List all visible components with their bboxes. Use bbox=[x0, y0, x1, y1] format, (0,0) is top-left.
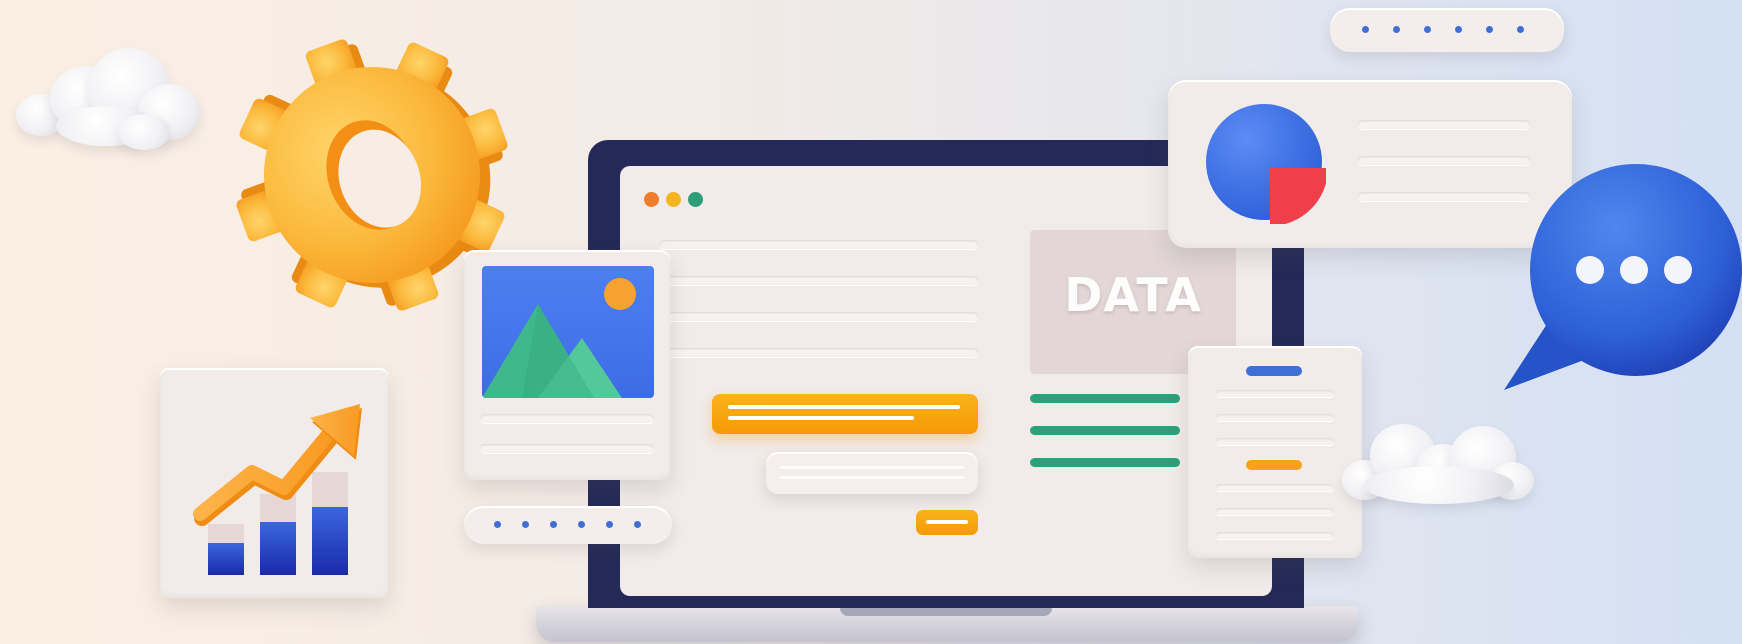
image-card bbox=[464, 250, 670, 480]
pie-chart-icon bbox=[1206, 104, 1326, 224]
window-dot-close[interactable] bbox=[644, 192, 659, 207]
text-line bbox=[1216, 484, 1334, 491]
cloud-icon bbox=[10, 48, 210, 158]
text-line bbox=[1216, 414, 1334, 421]
growth-chart-card bbox=[160, 368, 388, 598]
laptop-base bbox=[536, 606, 1358, 642]
document-card bbox=[1188, 346, 1362, 558]
green-bar bbox=[1030, 394, 1180, 403]
text-line bbox=[660, 348, 978, 357]
green-bar bbox=[1030, 426, 1180, 435]
small-action-button[interactable] bbox=[916, 510, 978, 535]
doc-highlight-bar bbox=[1246, 460, 1302, 470]
image-icon bbox=[482, 266, 654, 398]
cloud-icon bbox=[1342, 414, 1542, 520]
text-line bbox=[660, 276, 978, 285]
data-label: DATA bbox=[1064, 268, 1202, 322]
window-dot-maximize[interactable] bbox=[688, 192, 703, 207]
doc-title-bar bbox=[1246, 366, 1302, 376]
chat-bubble-icon bbox=[1500, 154, 1742, 394]
text-line bbox=[480, 414, 654, 423]
pagination-pill[interactable] bbox=[464, 506, 672, 544]
text-line bbox=[1358, 120, 1530, 129]
text-line bbox=[660, 240, 978, 249]
chart-growth-icon bbox=[193, 404, 362, 575]
green-bar bbox=[1030, 458, 1180, 467]
text-line bbox=[1216, 532, 1334, 539]
input-field[interactable] bbox=[766, 452, 978, 494]
window-dot-minimize[interactable] bbox=[666, 192, 681, 207]
pagination-pill[interactable] bbox=[1330, 8, 1564, 52]
primary-bar-button[interactable] bbox=[712, 394, 978, 434]
text-line bbox=[1216, 390, 1334, 397]
text-line bbox=[1216, 508, 1334, 515]
text-line bbox=[660, 312, 978, 321]
text-line bbox=[1216, 438, 1334, 445]
text-line bbox=[480, 444, 654, 453]
